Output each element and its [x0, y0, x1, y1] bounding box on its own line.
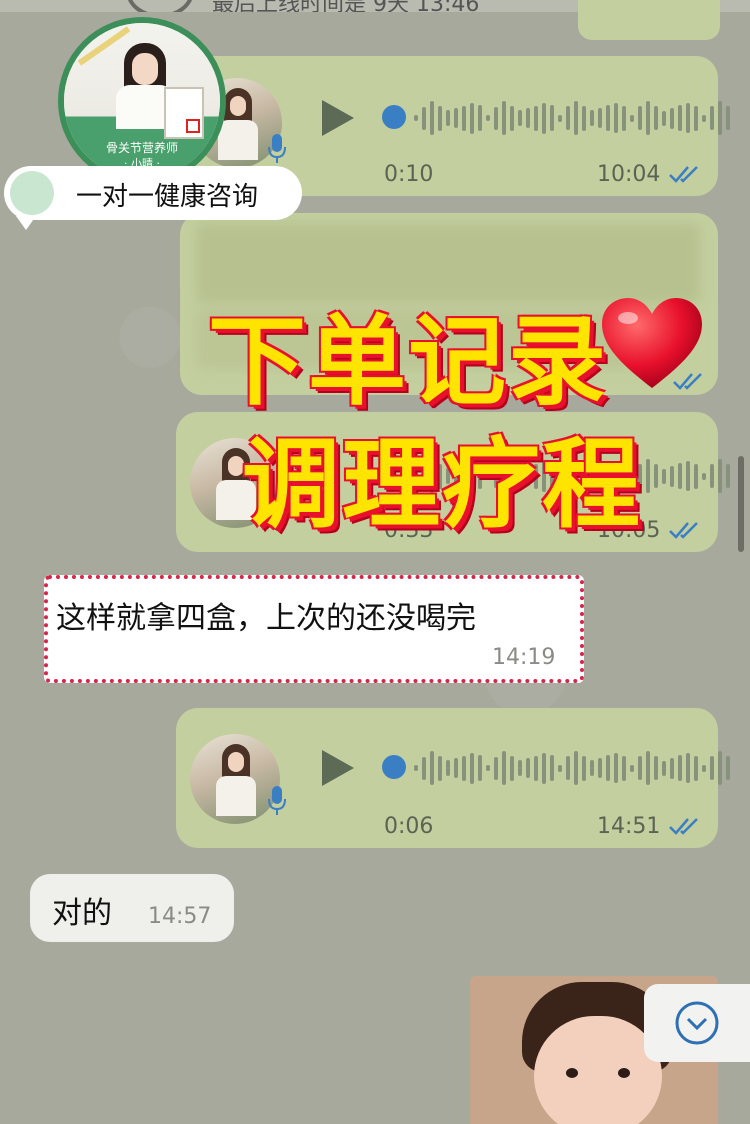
message-text: 对的 — [52, 896, 112, 931]
voice-message[interactable]: 0:06 14:51 — [176, 708, 730, 848]
last-seen-status: 最后上线时间是 9天 13:46 — [212, 0, 479, 12]
back-avatar-ring[interactable] — [126, 0, 194, 12]
double-check-icon — [669, 522, 698, 539]
nutritionist-profile-badge: 骨关节营养师 · 小晴 · — [58, 17, 226, 185]
play-icon[interactable] — [322, 750, 354, 786]
double-check-icon — [669, 818, 698, 835]
voice-waveform[interactable] — [414, 748, 730, 788]
incoming-message[interactable]: 对的 14:57 — [30, 874, 234, 942]
message-time: 14:19 — [492, 645, 556, 670]
consult-label: 一对一健康咨询 — [76, 182, 259, 212]
mic-icon — [268, 134, 286, 163]
chevron-down-circle-icon — [675, 1001, 719, 1045]
voice-duration: 0:10 — [384, 162, 434, 187]
heart-icon — [602, 298, 702, 388]
headline-order-record: 下单记录 — [208, 305, 609, 419]
headline-treatment-course: 调理疗程 — [242, 428, 643, 542]
playback-knob[interactable] — [382, 755, 406, 779]
previous-message-bubble[interactable] — [578, 0, 720, 40]
scroll-to-bottom-button[interactable] — [644, 984, 750, 1062]
voice-waveform[interactable] — [414, 98, 730, 138]
message-time: 14:57 — [148, 904, 212, 929]
consult-dot — [10, 171, 54, 215]
highlighted-incoming-message[interactable]: 这样就拿四盒，上次的还没喝完 14:19 — [44, 575, 584, 683]
message-time: 14:51 — [597, 814, 661, 839]
playback-knob[interactable] — [382, 105, 406, 129]
double-check-icon — [669, 166, 698, 183]
voice-duration: 0:06 — [384, 814, 434, 839]
scrollbar[interactable] — [738, 456, 744, 552]
mic-icon — [268, 786, 286, 815]
play-icon[interactable] — [322, 100, 354, 136]
consult-label-bubble: 一对一健康咨询 — [4, 166, 302, 230]
message-time: 10:04 — [597, 162, 661, 187]
message-text: 这样就拿四盒，上次的还没喝完 — [56, 601, 476, 636]
profile-title: 骨关节营养师 — [105, 141, 178, 155]
